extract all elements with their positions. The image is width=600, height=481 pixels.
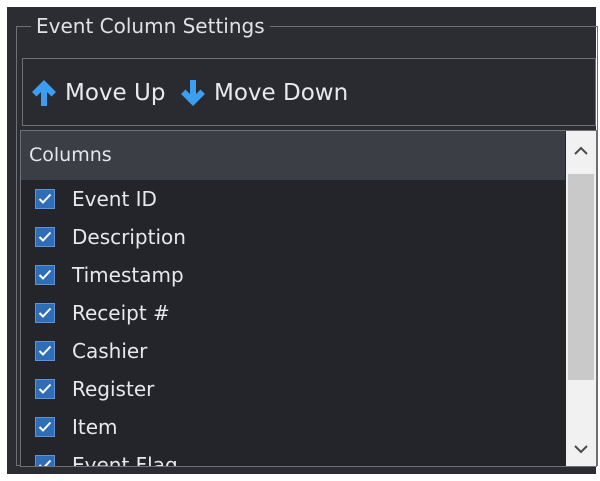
column-checkbox[interactable] xyxy=(35,227,55,247)
check-icon xyxy=(38,421,52,432)
columns-header: Columns xyxy=(21,131,565,180)
scroll-down-button[interactable] xyxy=(566,434,596,464)
list-item[interactable]: Event ID xyxy=(21,180,565,218)
column-checkbox[interactable] xyxy=(35,455,55,466)
groupbox-title: Event Column Settings xyxy=(31,11,270,41)
scroll-up-button[interactable] xyxy=(566,136,596,166)
list-item-label: Event ID xyxy=(72,187,157,211)
list-item[interactable]: Cashier xyxy=(21,332,565,370)
list-item-label: Timestamp xyxy=(72,263,184,287)
list-item-label: Cashier xyxy=(72,339,148,363)
column-checkbox[interactable] xyxy=(35,303,55,323)
move-up-button[interactable]: Move Up xyxy=(29,75,165,111)
check-icon xyxy=(38,307,52,318)
move-up-label: Move Up xyxy=(65,80,166,106)
chevron-up-icon xyxy=(574,146,588,155)
list-item-label: Receipt # xyxy=(72,301,170,325)
move-down-button[interactable]: Move Down xyxy=(178,75,348,111)
toolbar: Move Up Move Down xyxy=(22,58,596,126)
scrollbar-thumb[interactable] xyxy=(568,174,594,380)
column-checkbox[interactable] xyxy=(35,265,55,285)
columns-list-rows: Event ID Description Timestamp Receipt # Cas… xyxy=(21,180,565,467)
arrow-down-icon xyxy=(181,80,205,106)
check-icon xyxy=(38,383,52,394)
check-icon xyxy=(38,345,52,356)
columns-list[interactable]: Columns Event ID Description Timestamp Rece… xyxy=(20,130,597,467)
column-checkbox[interactable] xyxy=(35,379,55,399)
event-column-settings-panel: Event Column Settings Move Up Move Down … xyxy=(7,7,598,474)
list-item-label: Event Flag xyxy=(72,453,178,467)
chevron-down-icon xyxy=(574,445,588,454)
column-checkbox[interactable] xyxy=(35,341,55,361)
check-icon xyxy=(38,269,52,280)
list-item[interactable]: Receipt # xyxy=(21,294,565,332)
check-icon xyxy=(38,459,52,466)
column-checkbox[interactable] xyxy=(35,189,55,209)
list-item[interactable]: Event Flag xyxy=(21,446,565,467)
list-item-label: Register xyxy=(72,377,155,401)
check-icon xyxy=(38,231,52,242)
vertical-scrollbar[interactable] xyxy=(566,131,596,466)
list-item[interactable]: Register xyxy=(21,370,565,408)
column-checkbox[interactable] xyxy=(35,417,55,437)
list-item[interactable]: Description xyxy=(21,218,565,256)
move-down-label: Move Down xyxy=(214,80,349,106)
list-item[interactable]: Timestamp xyxy=(21,256,565,294)
list-item-label: Item xyxy=(72,415,118,439)
list-item-label: Description xyxy=(72,225,186,249)
arrow-up-icon xyxy=(32,80,56,106)
list-item[interactable]: Item xyxy=(21,408,565,446)
check-icon xyxy=(38,193,52,204)
